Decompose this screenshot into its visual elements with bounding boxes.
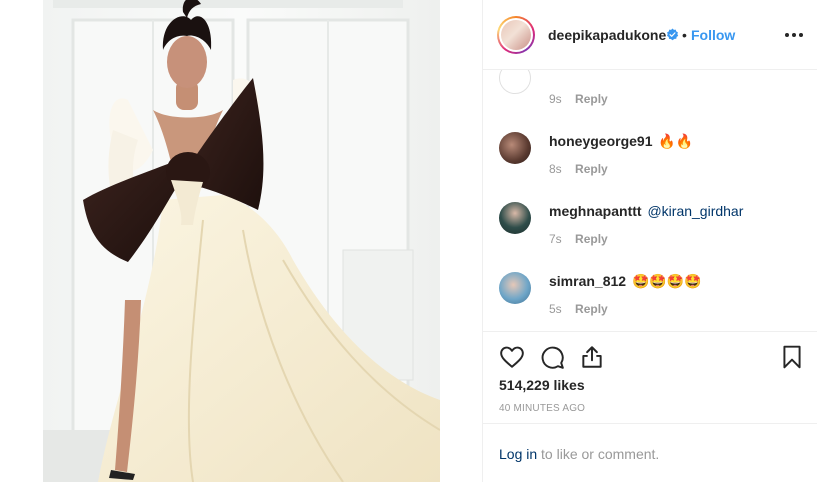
profile-avatar[interactable]	[497, 16, 535, 54]
comment-mention-link[interactable]: @kiran_girdhar	[647, 203, 743, 219]
page-margin	[0, 0, 43, 482]
comment-avatar[interactable]	[499, 202, 531, 234]
share-icon[interactable]	[579, 344, 605, 370]
follow-button[interactable]: Follow	[691, 27, 735, 43]
comment-body: meghnapanttt @kiran_girdhar	[549, 203, 743, 219]
heart-icon[interactable]	[499, 344, 525, 370]
reply-button[interactable]: Reply	[575, 92, 608, 106]
comment-avatar[interactable]	[499, 70, 531, 94]
post-header: deepikapadukone • Follow	[483, 0, 817, 70]
header-separator: •	[682, 27, 687, 43]
comment-username[interactable]: honeygeorge91	[549, 133, 652, 149]
verified-badge-icon	[667, 28, 679, 41]
comment-meta: 9s Reply	[549, 92, 608, 106]
reply-button[interactable]: Reply	[575, 162, 608, 176]
comment-time: 5s	[549, 302, 562, 316]
post-side-panel: deepikapadukone • Follow 9s Reply honeyg…	[482, 0, 817, 482]
more-options-icon[interactable]	[783, 26, 805, 44]
login-prompt: Log in to like or comment.	[499, 446, 659, 462]
post-actions: 514,229 likes 40 MINUTES AGO	[483, 332, 817, 432]
bookmark-icon[interactable]	[779, 344, 805, 370]
comment-meta: 5s Reply	[549, 302, 608, 316]
comment-body: honeygeorge91 🔥🔥	[549, 133, 693, 150]
comment-avatar[interactable]	[499, 272, 531, 304]
comment-username[interactable]: meghnapanttt	[549, 203, 642, 219]
post-username[interactable]: deepikapadukone	[548, 27, 666, 43]
post-photo-illustration	[43, 0, 440, 482]
comments-list[interactable]: 9s Reply honeygeorge91 🔥🔥 8s Reply meghn…	[483, 70, 817, 332]
login-bar: Log in to like or comment.	[483, 423, 817, 482]
comment-time: 9s	[549, 92, 562, 106]
post-photo[interactable]	[43, 0, 440, 482]
comment-meta: 7s Reply	[549, 232, 608, 246]
login-link[interactable]: Log in	[499, 446, 537, 462]
comment-time: 7s	[549, 232, 562, 246]
comment-text: 🔥🔥	[658, 133, 694, 149]
comment-text: 🤩🤩🤩🤩	[631, 273, 702, 289]
comment-username[interactable]: simran_812	[549, 273, 626, 289]
post-timestamp: 40 MINUTES AGO	[499, 403, 586, 414]
avatar-frame	[499, 18, 533, 52]
avatar-image	[501, 20, 531, 50]
comment-item: simran_812 🤩🤩🤩🤩 5s Reply	[499, 272, 817, 331]
reply-button[interactable]: Reply	[575, 232, 608, 246]
comment-icon[interactable]	[539, 344, 565, 370]
comment-time: 8s	[549, 162, 562, 176]
comment-body: simran_812 🤩🤩🤩🤩	[549, 273, 702, 290]
comment-item: 9s Reply	[499, 70, 817, 122]
login-prompt-text: to like or comment.	[541, 446, 660, 462]
comment-avatar[interactable]	[499, 132, 531, 164]
reply-button[interactable]: Reply	[575, 302, 608, 316]
comment-item: meghnapanttt @kiran_girdhar 7s Reply	[499, 202, 817, 262]
likes-count[interactable]: 514,229 likes	[499, 377, 585, 393]
comment-item: honeygeorge91 🔥🔥 8s Reply	[499, 132, 817, 192]
comment-meta: 8s Reply	[549, 162, 608, 176]
